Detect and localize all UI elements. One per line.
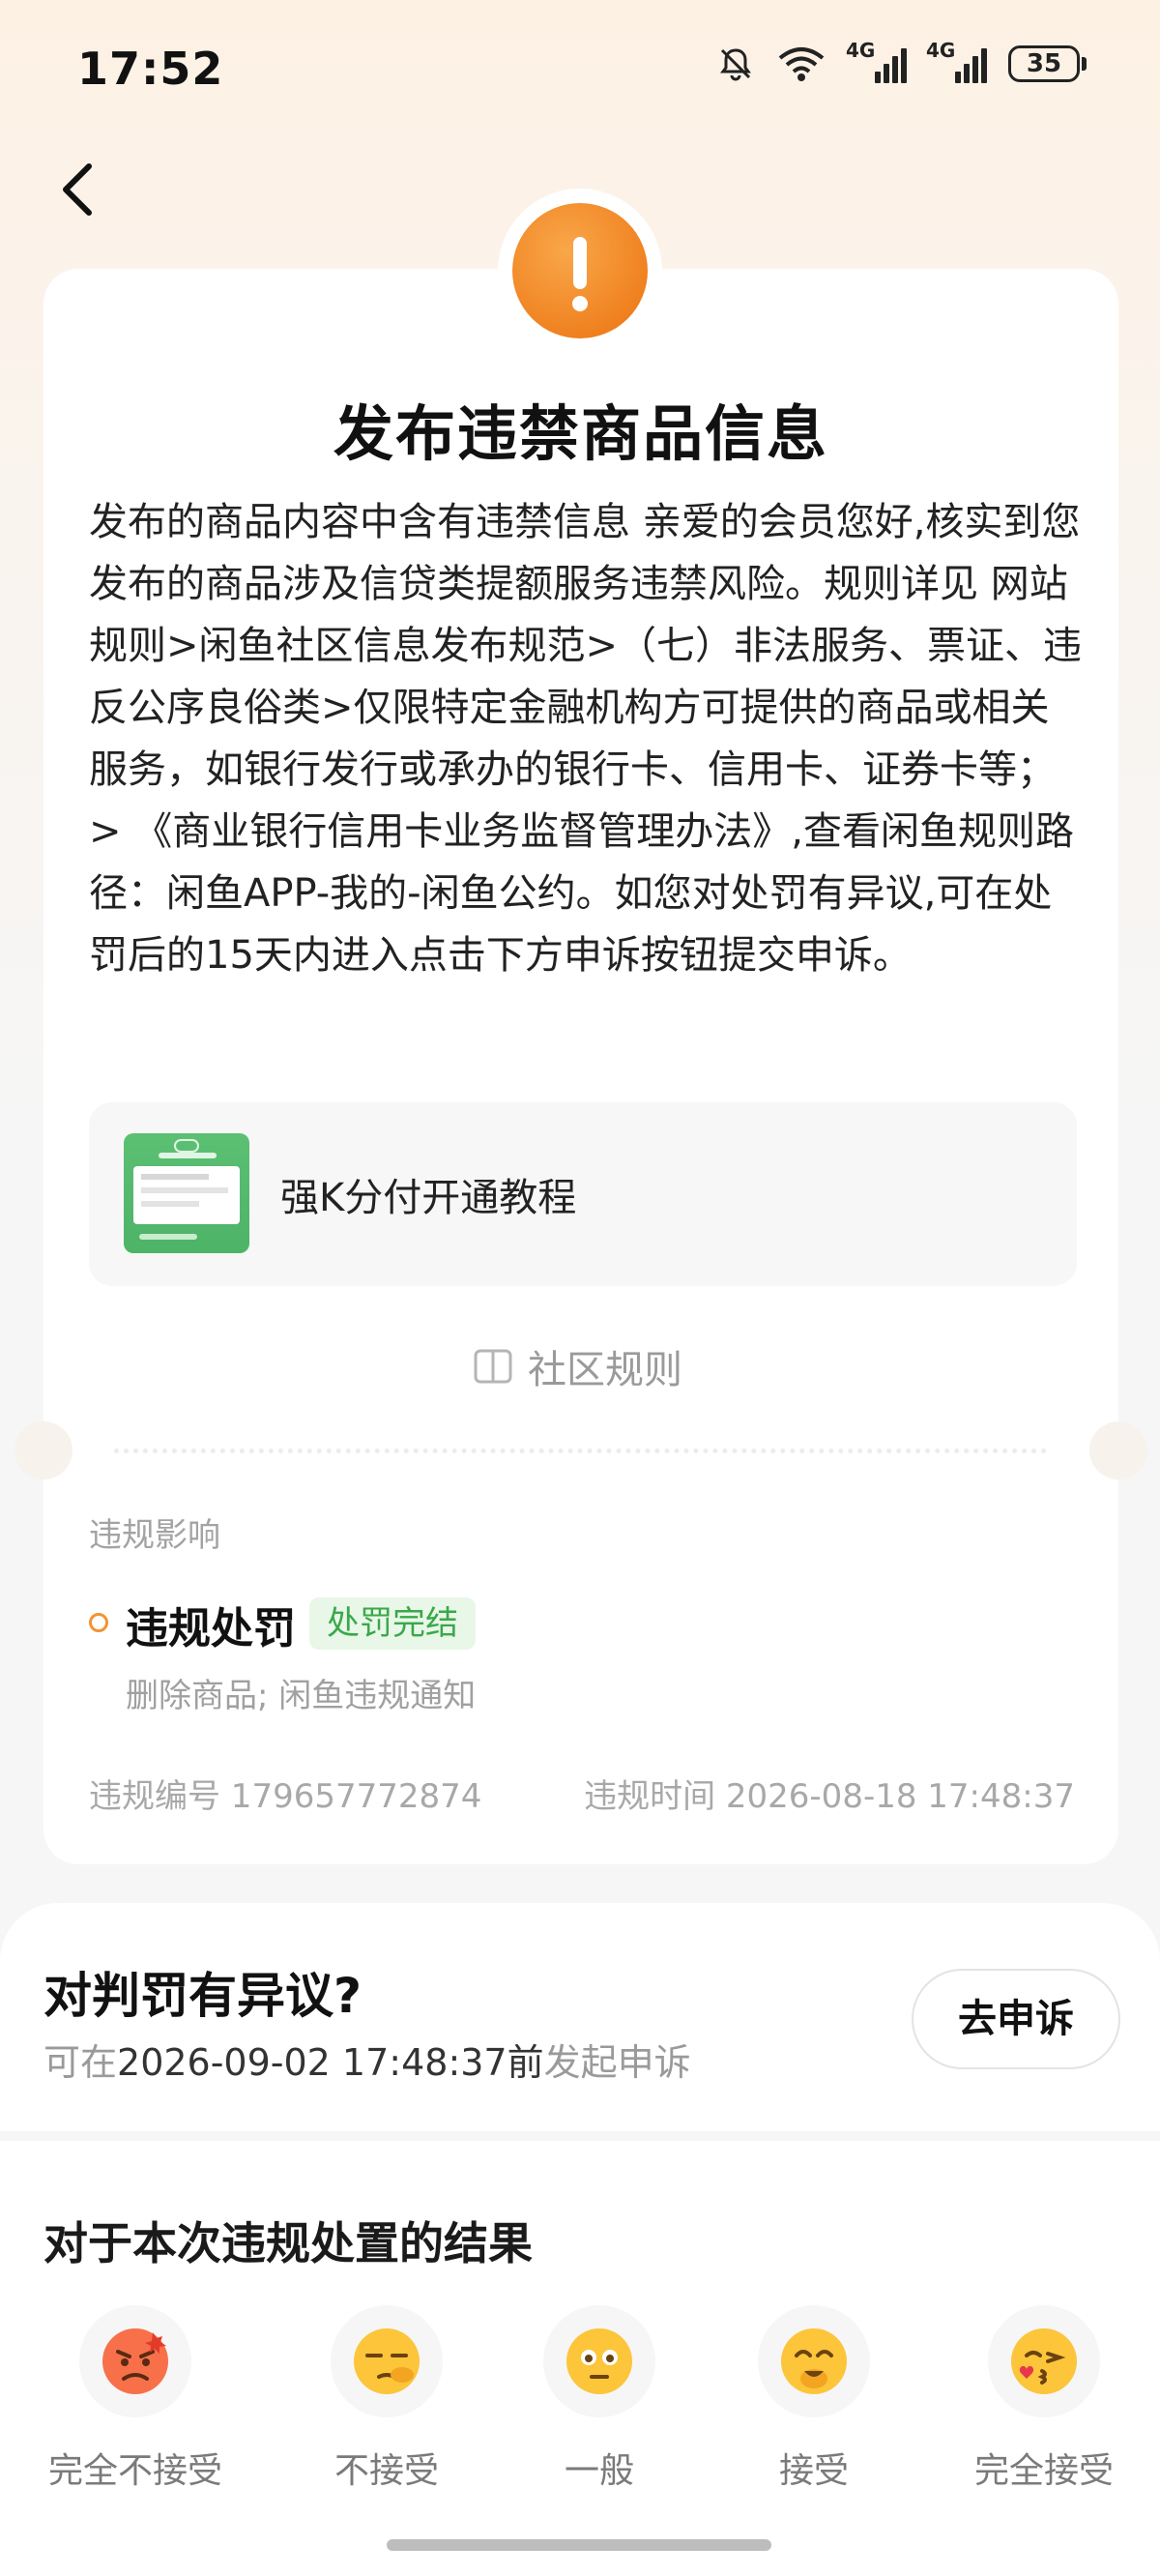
feedback-option-label: 一般 xyxy=(564,2451,634,2491)
card-notch xyxy=(1089,1421,1147,1479)
feedback-option-accept[interactable]: 接受 xyxy=(717,2305,911,2493)
unamused-face-icon xyxy=(354,2328,420,2394)
violation-description: 发布的商品内容中含有违禁信息 亲爱的会员您好,核实到您发布的商品涉及信贷类提额服… xyxy=(89,500,1083,978)
signal-icon: 4G xyxy=(846,39,907,83)
feedback-option-circle xyxy=(758,2305,870,2417)
appeal-title: 对判罚有异议? xyxy=(44,1968,362,2024)
appeal-subtitle: 可在2026-09-02 17:48:37前发起申诉 xyxy=(44,2033,691,2086)
chevron-left-icon xyxy=(63,163,92,216)
community-rules-link[interactable]: 社区规则 xyxy=(472,1338,682,1394)
warning-icon xyxy=(512,203,648,338)
tutorial-thumbnail xyxy=(124,1133,249,1253)
feedback-option-circle xyxy=(988,2305,1100,2417)
neutral-face-icon xyxy=(566,2328,632,2394)
feedback-option-label: 完全不接受 xyxy=(47,2451,222,2491)
dotted-divider xyxy=(114,1449,1047,1453)
kissing-face-icon xyxy=(1011,2328,1077,2394)
status-icons: 4G 4G 35 xyxy=(716,39,1087,83)
feedback-option-strongly-accept[interactable]: 完全接受 xyxy=(947,2305,1141,2493)
feedback-option-reject[interactable]: 不接受 xyxy=(290,2305,483,2493)
battery-icon: 35 xyxy=(1008,45,1087,82)
feedback-option-label: 接受 xyxy=(778,2451,849,2491)
feedback-option-label: 不接受 xyxy=(334,2451,439,2491)
appeal-section: 对判罚有异议? 可在2026-09-02 17:48:37前发起申诉 去申诉 xyxy=(0,1903,1160,2131)
feedback-option-label: 完全接受 xyxy=(973,2451,1114,2491)
penalty-detail: 删除商品; 闲鱼违规通知 xyxy=(126,1677,477,1715)
appeal-deadline: 2026-09-02 17:48:37前 xyxy=(117,2041,544,2084)
home-indicator[interactable] xyxy=(387,2539,771,2551)
status-bar: 17:52 4G 4G 35 xyxy=(0,0,1160,135)
status-badge: 处罚完结 xyxy=(309,1597,476,1650)
feedback-option-circle xyxy=(331,2305,443,2417)
impact-section-label: 违规影响 xyxy=(89,1516,220,1555)
feedback-option-neutral[interactable]: 一般 xyxy=(503,2305,696,2493)
feedback-option-circle xyxy=(543,2305,655,2417)
tutorial-label: 强K分付开通教程 xyxy=(280,1176,577,1220)
appeal-sub-suffix: 发起申诉 xyxy=(543,2041,691,2084)
appeal-sub-prefix: 可在 xyxy=(44,2041,118,2084)
violation-number: 违规编号 179657772874 xyxy=(89,1777,482,1816)
status-time: 17:52 xyxy=(77,43,224,95)
tutorial-card[interactable]: 强K分付开通教程 xyxy=(89,1102,1077,1286)
violation-time: 违规时间 2026-08-18 17:48:37 xyxy=(584,1777,1075,1816)
feedback-option-circle xyxy=(79,2305,191,2417)
card-notch xyxy=(14,1421,72,1479)
wifi-icon xyxy=(776,44,826,83)
smiling-face-icon xyxy=(781,2328,847,2394)
mute-icon xyxy=(716,44,755,83)
violation-title: 发布违禁商品信息 xyxy=(333,398,828,469)
penalty-title: 违规处罚 xyxy=(126,1604,296,1654)
signal-label: 4G xyxy=(846,39,876,62)
signal-icon: 4G xyxy=(926,39,987,83)
book-icon xyxy=(474,1349,512,1384)
timeline-dot xyxy=(89,1613,108,1632)
battery-level: 35 xyxy=(1008,45,1080,82)
signal-label: 4G xyxy=(926,39,956,62)
appeal-button[interactable]: 去申诉 xyxy=(912,1969,1120,2069)
feedback-option-strongly-reject[interactable]: 完全不接受 xyxy=(39,2305,232,2493)
angry-face-icon xyxy=(102,2328,168,2394)
back-button[interactable] xyxy=(46,155,114,222)
community-rules-label: 社区规则 xyxy=(528,1348,682,1392)
feedback-section: 对于本次违规处置的结果 完全不接受 不接受 一般 接受 完全接受 xyxy=(0,2141,1160,2576)
feedback-title: 对于本次违规处置的结果 xyxy=(44,2217,533,2269)
